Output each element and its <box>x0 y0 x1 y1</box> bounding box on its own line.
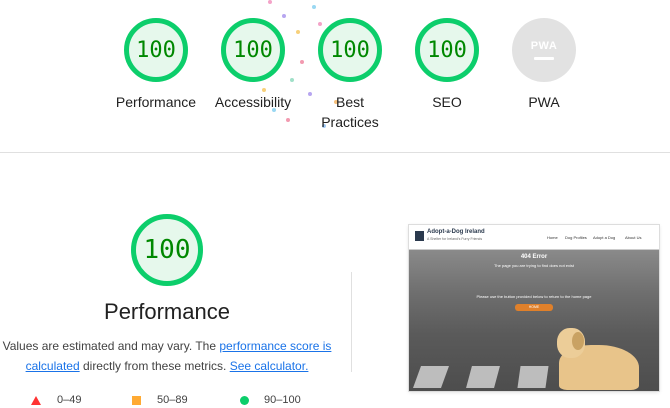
fail-triangle-icon <box>31 395 41 405</box>
section-divider <box>0 152 670 153</box>
legend-average-range: 50–89 <box>157 394 188 406</box>
pwa-badge-icon: PWA <box>530 40 558 52</box>
performance-main-score: 100 <box>143 235 191 265</box>
screenshot-brand: Adopt-a-Dog Ireland <box>427 229 485 235</box>
seo-score: 100 <box>427 37 467 63</box>
best-practices-gauge[interactable]: 100 <box>318 18 382 82</box>
seo-gauge[interactable]: 100 <box>415 18 479 82</box>
performance-score: 100 <box>136 37 176 63</box>
final-screenshot[interactable]: Adopt-a-Dog Ireland A Shelter for Irelan… <box>409 225 659 391</box>
house-logo-icon <box>415 231 424 241</box>
screenshot-header: Adopt-a-Dog Ireland A Shelter for Irelan… <box>409 225 659 250</box>
screenshot-home-button: HOME <box>515 304 553 311</box>
performance-gauge[interactable]: 100 <box>124 18 188 82</box>
desc-text-2: directly from these metrics. <box>79 359 230 373</box>
dog-ear-image <box>572 332 584 350</box>
performance-description: Values are estimated and may vary. The p… <box>0 336 334 376</box>
accessibility-label: Accessibility <box>214 94 292 110</box>
screenshot-hero: 404 Error The page you are trying to fin… <box>409 250 659 391</box>
screenshot-error-title: 404 Error <box>520 254 548 260</box>
screenshot-nav-home: Home <box>547 235 558 240</box>
legend-pass: 90–100 <box>240 394 301 406</box>
see-calculator-link[interactable]: See calculator. <box>230 359 309 373</box>
pwa-dash-icon <box>534 57 554 60</box>
pwa-gauge[interactable]: PWA <box>512 18 576 82</box>
average-square-icon <box>132 395 141 405</box>
legend-average: 50–89 <box>132 394 188 406</box>
screenshot-line1: The page you are trying to find does not… <box>493 263 575 268</box>
performance-title: Performance <box>104 299 230 324</box>
screenshot-line2: Please use the button provided below to … <box>476 294 592 299</box>
desc-text-1: Values are estimated and may vary. The <box>2 339 220 353</box>
vertical-divider <box>351 272 352 372</box>
screenshot-tagline: A Shelter for Ireland's Furry Friends <box>427 237 483 241</box>
legend-pass-range: 90–100 <box>264 394 301 406</box>
screenshot-nav-adopt: Adopt a Dog <box>593 235 616 240</box>
legend-fail-range: 0–49 <box>57 394 82 406</box>
pass-circle-icon <box>240 395 249 405</box>
best-practices-score: 100 <box>330 37 370 63</box>
accessibility-score: 100 <box>233 37 273 63</box>
screenshot-nav-profiles: Dog Profiles <box>565 235 587 240</box>
legend-fail: 0–49 <box>31 394 81 406</box>
accessibility-gauge[interactable]: 100 <box>221 18 285 82</box>
performance-main-gauge: 100 <box>131 214 203 286</box>
best-practices-label: Best Practices <box>321 94 379 130</box>
screenshot-nav-about: About Us <box>625 235 642 240</box>
pwa-label: PWA <box>528 94 560 110</box>
